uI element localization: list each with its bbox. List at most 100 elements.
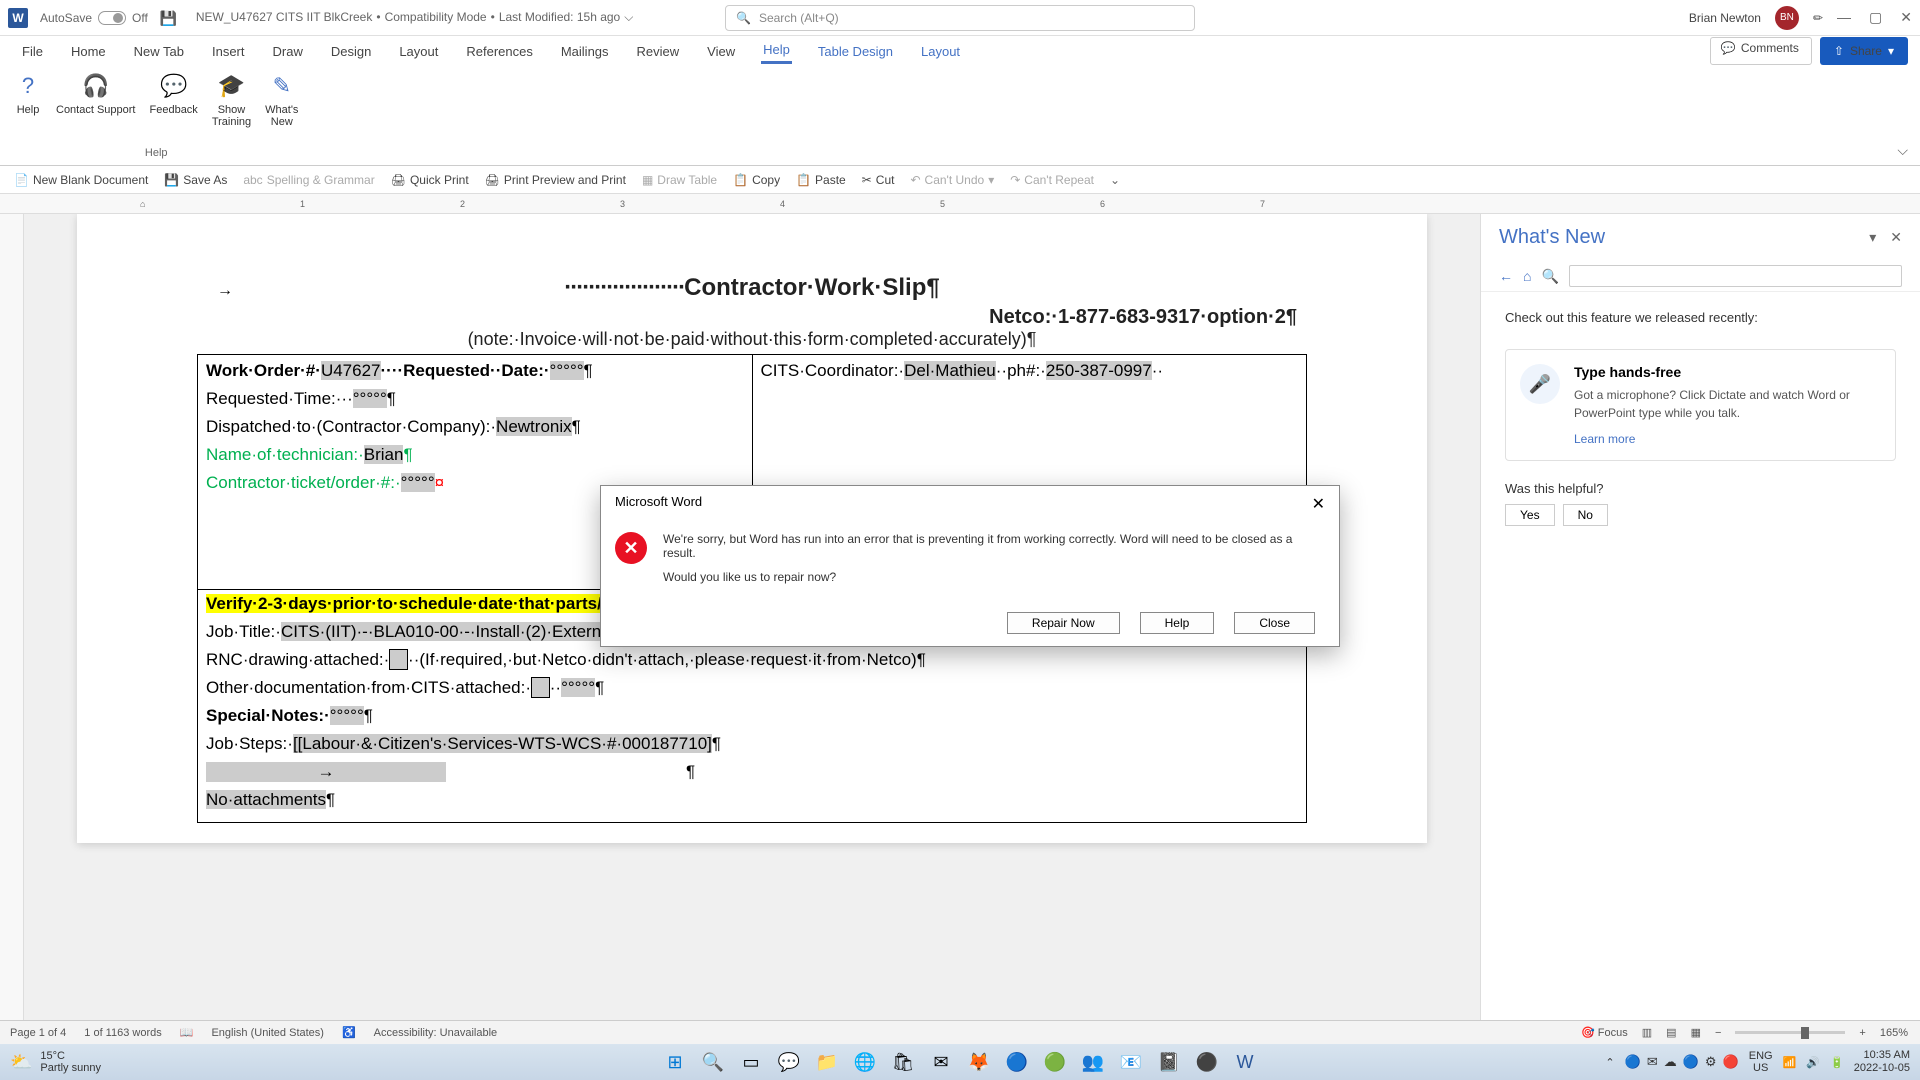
qa-paste[interactable]: 📋Paste xyxy=(796,173,846,187)
status-spellcheck-icon[interactable]: 📖 xyxy=(180,1026,194,1039)
wn-learn-more-link[interactable]: Learn more xyxy=(1574,432,1881,446)
maximize-button[interactable]: ▢ xyxy=(1869,9,1882,26)
wn-back-icon[interactable]: ← xyxy=(1499,268,1513,284)
outlook-icon[interactable]: 📧 xyxy=(1116,1047,1146,1077)
teams-icon[interactable]: 👥 xyxy=(1078,1047,1108,1077)
tab-home[interactable]: Home xyxy=(69,40,108,63)
autosave-toggle[interactable]: AutoSave Off xyxy=(40,11,148,25)
paste-icon: 📋 xyxy=(796,173,811,187)
horizontal-ruler[interactable]: ⌂ 1 2 3 4 5 6 7 xyxy=(0,194,1920,214)
zoom-slider[interactable] xyxy=(1735,1031,1845,1034)
tab-mailings[interactable]: Mailings xyxy=(559,40,611,63)
feedback-button[interactable]: 💬Feedback xyxy=(150,72,198,128)
ribbon-collapse-icon[interactable]: ⌵ xyxy=(1897,142,1908,159)
store-icon[interactable]: 🛍 xyxy=(888,1047,918,1077)
tray-icon[interactable]: 🔵 xyxy=(1625,1054,1641,1070)
wn-yes-button[interactable]: Yes xyxy=(1505,504,1555,526)
qa-cut[interactable]: ✂Cut xyxy=(862,173,895,187)
tab-review[interactable]: Review xyxy=(635,40,682,63)
edge-icon[interactable]: 🌐 xyxy=(850,1047,880,1077)
wifi-icon[interactable]: 📶 xyxy=(1783,1056,1797,1069)
view-read-icon[interactable]: ▥ xyxy=(1642,1026,1652,1039)
clock[interactable]: 10:35 AM 2022-10-05 xyxy=(1854,1049,1910,1075)
wn-search-input[interactable] xyxy=(1569,265,1902,287)
qa-save-as[interactable]: 💾Save As xyxy=(164,173,227,187)
coming-soon-icon[interactable]: ✏ xyxy=(1813,11,1823,25)
tray-icon[interactable]: ✉ xyxy=(1647,1054,1658,1070)
start-button[interactable]: ⊞ xyxy=(660,1047,690,1077)
language-indicator[interactable]: ENG US xyxy=(1749,1050,1773,1074)
wn-close-icon[interactable]: ✕ xyxy=(1890,229,1902,246)
tab-file[interactable]: File xyxy=(20,40,45,63)
status-page[interactable]: Page 1 of 4 xyxy=(10,1027,66,1039)
chat-icon[interactable]: 💬 xyxy=(774,1047,804,1077)
help-button[interactable]: ?Help xyxy=(14,72,42,128)
view-print-icon[interactable]: ▤ xyxy=(1666,1026,1676,1039)
app-icon[interactable]: ⚫ xyxy=(1192,1047,1222,1077)
contact-support-button[interactable]: 🎧Contact Support xyxy=(56,72,136,128)
tab-tabledesign[interactable]: Table Design xyxy=(816,40,895,63)
autosave-switch[interactable] xyxy=(98,11,126,25)
user-name[interactable]: Brian Newton xyxy=(1689,11,1761,25)
focus-mode-button[interactable]: 🎯 Focus xyxy=(1581,1026,1628,1039)
tray-expand-icon[interactable]: ⌃ xyxy=(1605,1056,1614,1069)
zoom-level[interactable]: 165% xyxy=(1880,1027,1908,1039)
show-training-button[interactable]: 🎓Show Training xyxy=(212,72,251,128)
zoom-in-button[interactable]: + xyxy=(1859,1027,1865,1039)
explorer-icon[interactable]: 📁 xyxy=(812,1047,842,1077)
dialog-help-button[interactable]: Help xyxy=(1140,612,1215,634)
status-language[interactable]: English (United States) xyxy=(211,1027,324,1039)
tab-design[interactable]: Design xyxy=(329,40,373,63)
wn-home-icon[interactable]: ⌂ xyxy=(1523,268,1531,284)
qa-quick-print[interactable]: 🖨Quick Print xyxy=(391,173,469,187)
tab-newtab[interactable]: New Tab xyxy=(132,40,186,63)
tab-tablelayout[interactable]: Layout xyxy=(919,40,962,63)
weather-widget[interactable]: ⛅ 15°C Partly sunny xyxy=(10,1050,101,1074)
repair-now-button[interactable]: Repair Now xyxy=(1007,612,1120,634)
chrome-icon[interactable]: 🔵 xyxy=(1002,1047,1032,1077)
tray-icon[interactable]: 🔵 xyxy=(1683,1054,1699,1070)
close-button[interactable]: ✕ xyxy=(1900,9,1912,26)
mail-icon[interactable]: ✉ xyxy=(926,1047,956,1077)
qa-overflow[interactable]: ⌄ xyxy=(1110,173,1120,187)
user-avatar[interactable]: BN xyxy=(1775,6,1799,30)
minimize-button[interactable]: — xyxy=(1837,9,1851,26)
zoom-out-button[interactable]: − xyxy=(1715,1027,1721,1039)
document-title[interactable]: NEW_U47627 CITS IIT BlkCreek • Compatibi… xyxy=(196,10,634,25)
save-icon: 💾 xyxy=(164,173,179,187)
onenote-icon[interactable]: 📓 xyxy=(1154,1047,1184,1077)
taskbar-search-icon[interactable]: 🔍 xyxy=(698,1047,728,1077)
qa-copy[interactable]: 📋Copy xyxy=(733,173,780,187)
tray-icon[interactable]: 🔴 xyxy=(1723,1054,1739,1070)
save-icon[interactable]: 💾 xyxy=(160,10,176,26)
tab-view[interactable]: View xyxy=(705,40,737,63)
volume-icon[interactable]: 🔊 xyxy=(1806,1056,1820,1069)
accessibility-icon[interactable]: ♿ xyxy=(342,1026,356,1039)
comments-button[interactable]: 💬 Comments xyxy=(1710,37,1812,65)
vertical-ruler[interactable] xyxy=(0,214,24,1044)
status-accessibility[interactable]: Accessibility: Unavailable xyxy=(374,1027,498,1039)
view-web-icon[interactable]: ▦ xyxy=(1691,1026,1701,1039)
tab-draw[interactable]: Draw xyxy=(271,40,305,63)
tab-help[interactable]: Help xyxy=(761,38,792,64)
qa-new-document[interactable]: 📄New Blank Document xyxy=(14,173,148,187)
wn-no-button[interactable]: No xyxy=(1563,504,1608,526)
battery-icon[interactable]: 🔋 xyxy=(1830,1056,1844,1069)
share-button[interactable]: ⇧ Share ▾ xyxy=(1820,37,1908,65)
tray-icon[interactable]: ☁ xyxy=(1664,1054,1677,1070)
task-view-icon[interactable]: ▭ xyxy=(736,1047,766,1077)
spotify-icon[interactable]: 🟢 xyxy=(1040,1047,1070,1077)
tab-insert[interactable]: Insert xyxy=(210,40,247,63)
search-box[interactable]: 🔍 Search (Alt+Q) xyxy=(725,5,1195,31)
whats-new-button[interactable]: ✎What's New xyxy=(265,72,298,128)
firefox-icon[interactable]: 🦊 xyxy=(964,1047,994,1077)
qa-print-preview[interactable]: 🖨Print Preview and Print xyxy=(485,173,626,187)
dialog-close-icon[interactable]: ✕ xyxy=(1312,494,1325,514)
wn-dropdown-icon[interactable]: ▾ xyxy=(1869,229,1876,246)
dialog-close-button[interactable]: Close xyxy=(1234,612,1315,634)
word-taskbar-icon[interactable]: W xyxy=(1230,1047,1260,1077)
status-words[interactable]: 1 of 1163 words xyxy=(84,1027,161,1039)
tray-icon[interactable]: ⚙ xyxy=(1705,1054,1717,1070)
tab-layout[interactable]: Layout xyxy=(397,40,440,63)
tab-references[interactable]: References xyxy=(464,40,534,63)
